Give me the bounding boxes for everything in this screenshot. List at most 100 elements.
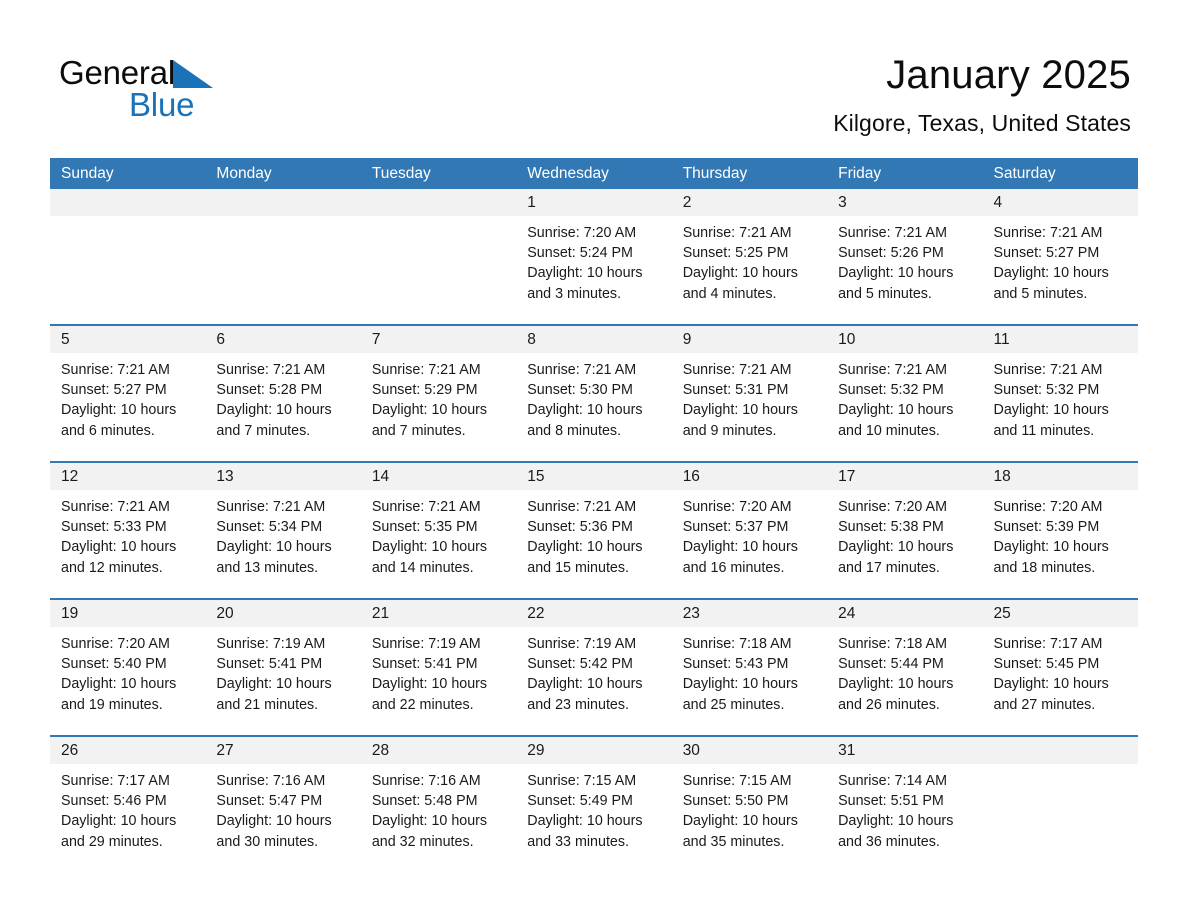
day-detail-line: and 26 minutes. [838, 696, 940, 713]
day-cell[interactable]: Sunrise: 7:21 AM Sunset: 5:28 PM Daylight:… [205, 353, 360, 461]
day-cell[interactable]: Sunrise: 7:16 AM Sunset: 5:48 PM Daylight:… [361, 764, 516, 872]
day-number[interactable]: 20 [205, 600, 360, 627]
day-number[interactable]: 15 [516, 463, 671, 490]
day-number[interactable]: 13 [205, 463, 360, 490]
day-cell[interactable]: Sunrise: 7:20 AM Sunset: 5:24 PM Daylight:… [516, 216, 671, 324]
day-number[interactable]: 14 [361, 463, 516, 490]
generalblue-logo: General Blue [59, 54, 259, 124]
day-cell[interactable]: Sunrise: 7:15 AM Sunset: 5:50 PM Daylight:… [672, 764, 827, 872]
day-number[interactable]: 19 [50, 600, 205, 627]
week-date-bar: 1234 [50, 189, 1138, 216]
day-cell[interactable]: Sunrise: 7:17 AM Sunset: 5:46 PM Daylight:… [50, 764, 205, 872]
day-of-week-friday: Friday [838, 165, 882, 182]
day-number[interactable]: 12 [50, 463, 205, 490]
day-detail-line: Sunrise: 7:21 AM [993, 362, 1103, 378]
day-number[interactable]: 8 [516, 326, 671, 353]
day-detail-line: and 29 minutes. [61, 833, 163, 850]
day-cell[interactable]: Sunrise: 7:21 AM Sunset: 5:35 PM Daylight:… [361, 490, 516, 598]
page-header: General Blue January 2025 Kilgore, Texas… [0, 0, 1188, 158]
day-detail-line: Daylight: 10 hours [527, 265, 643, 282]
day-number[interactable]: 28 [361, 737, 516, 764]
day-number[interactable]: 16 [672, 463, 827, 490]
day-cell[interactable]: Sunrise: 7:21 AM Sunset: 5:32 PM Daylight:… [827, 353, 982, 461]
day-cell[interactable]: Sunrise: 7:20 AM Sunset: 5:39 PM Daylight:… [983, 490, 1138, 598]
day-cell[interactable]: Sunrise: 7:21 AM Sunset: 5:30 PM Daylight:… [516, 353, 671, 461]
day-detail-line: Daylight: 10 hours [838, 539, 954, 556]
day-of-week-wednesday: Wednesday [527, 165, 609, 182]
day-number[interactable]: 3 [827, 189, 982, 216]
day-number[interactable]: 9 [672, 326, 827, 353]
day-number[interactable]: 17 [827, 463, 982, 490]
day-cell[interactable]: Sunrise: 7:21 AM Sunset: 5:33 PM Daylight:… [50, 490, 205, 598]
day-number-empty [361, 189, 516, 216]
day-number[interactable]: 30 [672, 737, 827, 764]
day-cell[interactable]: Sunrise: 7:15 AM Sunset: 5:49 PM Daylight:… [516, 764, 671, 872]
day-cell[interactable]: Sunrise: 7:21 AM Sunset: 5:25 PM Daylight:… [672, 216, 827, 324]
day-detail-line: and 14 minutes. [371, 559, 474, 576]
day-cell[interactable]: Sunrise: 7:19 AM Sunset: 5:41 PM Daylight:… [205, 627, 360, 735]
day-detail-line: Daylight: 10 hours [682, 813, 798, 830]
day-number[interactable]: 1 [516, 189, 671, 216]
day-detail-line: and 9 minutes. [682, 422, 777, 439]
day-detail-line: Sunset: 5:45 PM [993, 656, 1100, 673]
day-cell[interactable]: Sunrise: 7:18 AM Sunset: 5:43 PM Daylight:… [672, 627, 827, 735]
day-number[interactable]: 4 [983, 189, 1138, 216]
day-number[interactable]: 25 [983, 600, 1138, 627]
day-detail-line: Sunrise: 7:21 AM [216, 362, 326, 378]
day-number[interactable]: 27 [205, 737, 360, 764]
day-number[interactable]: 24 [827, 600, 982, 627]
day-cell[interactable]: Sunrise: 7:19 AM Sunset: 5:42 PM Daylight:… [516, 627, 671, 735]
day-cell[interactable]: Sunrise: 7:21 AM Sunset: 5:27 PM Daylight:… [50, 353, 205, 461]
day-number[interactable]: 6 [205, 326, 360, 353]
day-cell[interactable]: Sunrise: 7:20 AM Sunset: 5:38 PM Daylight:… [827, 490, 982, 598]
day-detail-line: and 5 minutes. [838, 285, 932, 302]
day-number[interactable]: 5 [50, 326, 205, 353]
day-number[interactable]: 7 [361, 326, 516, 353]
day-number[interactable]: 18 [983, 463, 1138, 490]
day-cell[interactable]: Sunrise: 7:21 AM Sunset: 5:32 PM Daylight:… [983, 353, 1138, 461]
day-detail-line: Sunset: 5:25 PM [682, 245, 789, 262]
day-detail-line: Daylight: 10 hours [527, 539, 643, 556]
day-cell[interactable]: Sunrise: 7:14 AM Sunset: 5:51 PM Daylight:… [827, 764, 982, 872]
day-detail-line: Daylight: 10 hours [993, 265, 1109, 282]
day-detail-line: Sunset: 5:48 PM [371, 793, 478, 810]
day-detail-line: Daylight: 10 hours [993, 539, 1109, 556]
day-cell[interactable]: Sunrise: 7:21 AM Sunset: 5:26 PM Daylight:… [827, 216, 982, 324]
day-cell[interactable]: Sunrise: 7:21 AM Sunset: 5:34 PM Daylight:… [205, 490, 360, 598]
title-block: January 2025 Kilgore, Texas, United Stat… [833, 50, 1131, 138]
day-cell[interactable]: Sunrise: 7:21 AM Sunset: 5:29 PM Daylight:… [361, 353, 516, 461]
day-number[interactable]: 22 [516, 600, 671, 627]
day-detail-line: and 6 minutes. [61, 422, 155, 439]
day-detail-line: Sunrise: 7:20 AM [838, 499, 947, 515]
day-cell[interactable]: Sunrise: 7:17 AM Sunset: 5:45 PM Daylight:… [983, 627, 1138, 735]
day-number[interactable]: 31 [827, 737, 982, 764]
day-number[interactable]: 23 [672, 600, 827, 627]
day-cell[interactable]: Sunrise: 7:21 AM Sunset: 5:36 PM Daylight:… [516, 490, 671, 598]
day-of-week-header: Sunday Monday Tuesday Wednesday Thursday Frid… [50, 158, 1138, 189]
day-cell[interactable]: Sunrise: 7:21 AM Sunset: 5:27 PM Daylight:… [983, 216, 1138, 324]
day-number[interactable]: 21 [361, 600, 516, 627]
day-cell[interactable]: Sunrise: 7:20 AM Sunset: 5:37 PM Daylight:… [672, 490, 827, 598]
day-number[interactable]: 29 [516, 737, 671, 764]
day-detail-line: and 32 minutes. [371, 833, 474, 850]
day-detail-line: Sunset: 5:27 PM [61, 382, 167, 399]
calendar-week-row: 5 6 7 8 9 10 11 Sunrise: 7:21 AM Sunset: 5:27 PM… [50, 324, 1138, 461]
day-detail-line: Daylight: 10 hours [993, 676, 1109, 693]
day-detail-line: Sunset: 5:26 PM [838, 245, 944, 262]
day-number[interactable]: 26 [50, 737, 205, 764]
day-detail-line: Sunset: 5:34 PM [216, 519, 323, 536]
day-detail-line: Sunset: 5:51 PM [838, 793, 944, 810]
day-of-week-thursday: Thursday [682, 165, 748, 182]
day-number-empty [983, 737, 1138, 764]
day-detail-line: Sunset: 5:44 PM [838, 656, 944, 673]
day-cell[interactable]: Sunrise: 7:16 AM Sunset: 5:47 PM Daylight:… [205, 764, 360, 872]
day-number[interactable]: 11 [983, 326, 1138, 353]
day-number[interactable]: 10 [827, 326, 982, 353]
day-cell[interactable]: Sunrise: 7:21 AM Sunset: 5:31 PM Daylight:… [672, 353, 827, 461]
day-cell[interactable]: Sunrise: 7:18 AM Sunset: 5:44 PM Daylight:… [827, 627, 982, 735]
day-number[interactable]: 2 [672, 189, 827, 216]
day-cell[interactable]: Sunrise: 7:20 AM Sunset: 5:40 PM Daylight:… [50, 627, 205, 735]
day-detail-line: Sunset: 5:36 PM [527, 519, 633, 536]
day-cell[interactable]: Sunrise: 7:19 AM Sunset: 5:41 PM Daylight:… [361, 627, 516, 735]
day-detail-line: Sunrise: 7:21 AM [371, 362, 481, 378]
